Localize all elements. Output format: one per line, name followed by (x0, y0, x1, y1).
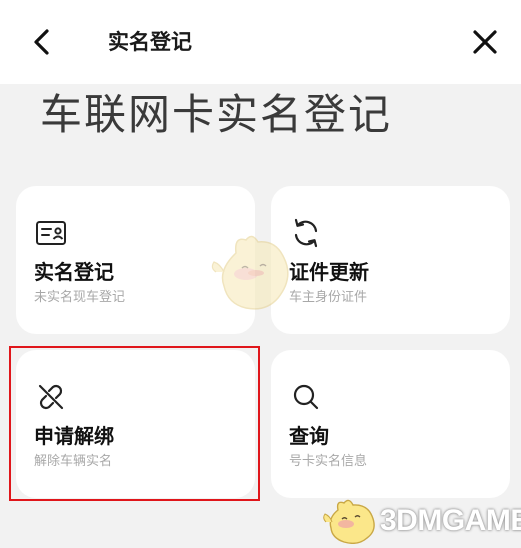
card-subtitle: 号卡实名信息 (289, 454, 368, 469)
search-icon (293, 384, 319, 410)
watermark-text: 3DMGAME (380, 504, 521, 537)
chevron-left-icon (34, 29, 49, 55)
unlink-icon (38, 384, 64, 410)
card-realname-registration[interactable]: 实名登记 未实名现车登记 (16, 186, 255, 334)
close-icon (473, 30, 497, 54)
card-subtitle: 未实名现车登记 (34, 290, 126, 305)
card-subtitle: 车主身份证件 (289, 290, 368, 305)
mascot-logo-icon (323, 499, 375, 544)
card-id-update[interactable]: 证件更新 车主身份证件 (271, 186, 510, 334)
app-header: 实名登记 (0, 0, 521, 84)
refresh-icon (294, 218, 318, 248)
card-subtitle: 解除车辆实名 (34, 454, 113, 469)
card-title: 实名登记 (34, 260, 114, 284)
id-card-icon (36, 221, 66, 245)
card-query[interactable]: 查询 号卡实名信息 (271, 350, 510, 498)
back-button[interactable] (22, 22, 62, 62)
header-title: 实名登记 (108, 30, 192, 54)
card-apply-unbind[interactable]: 申请解绑 解除车辆实名 (16, 350, 255, 498)
card-title: 申请解绑 (34, 424, 114, 448)
card-title: 证件更新 (289, 260, 369, 284)
card-title: 查询 (289, 424, 329, 448)
close-button[interactable] (465, 22, 505, 62)
page-title: 车联网卡实名登记 (40, 90, 393, 139)
